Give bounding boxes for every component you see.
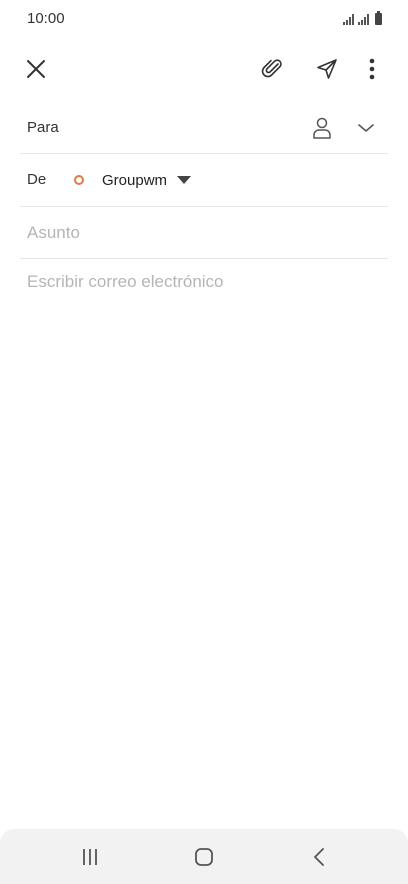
close-button[interactable]: [14, 44, 58, 94]
from-row: De Groupwm: [20, 154, 388, 207]
back-button[interactable]: [294, 837, 344, 877]
recents-icon: [83, 849, 97, 865]
from-label: De: [27, 171, 47, 188]
status-icons: [343, 11, 382, 25]
status-bar: 10:00: [0, 0, 408, 38]
from-account-value: Groupwm: [102, 171, 168, 189]
from-account-dropdown[interactable]: Groupwm: [68, 166, 192, 194]
chevron-down-icon: [358, 124, 374, 132]
recents-button[interactable]: [65, 837, 115, 877]
subject-field[interactable]: [27, 218, 377, 248]
home-icon: [195, 848, 213, 866]
send-icon: [317, 59, 337, 79]
subject-row: [20, 207, 388, 259]
send-button[interactable]: [305, 44, 349, 94]
to-field[interactable]: [80, 112, 304, 144]
more-options-button[interactable]: [350, 44, 394, 94]
signal-icon: [343, 13, 354, 25]
battery-icon: [375, 11, 382, 25]
to-label: Para: [27, 119, 59, 136]
email-body-field[interactable]: [27, 272, 383, 812]
to-row: Para: [20, 102, 388, 154]
contacts-button[interactable]: [304, 112, 340, 144]
close-icon: [27, 60, 45, 78]
compose-toolbar: [0, 44, 408, 94]
signal-icon: [358, 13, 369, 25]
paperclip-icon: [261, 59, 282, 78]
person-icon: [313, 117, 331, 139]
more-vertical-icon: [369, 58, 375, 80]
status-time: 10:00: [27, 10, 65, 27]
navigation-bar: [0, 829, 408, 884]
caret-down-icon: [177, 176, 192, 184]
back-icon: [314, 848, 324, 866]
account-color-icon: [74, 175, 84, 185]
expand-recipients-button[interactable]: [348, 112, 384, 144]
home-button[interactable]: [179, 837, 229, 877]
attach-button[interactable]: [251, 44, 295, 94]
